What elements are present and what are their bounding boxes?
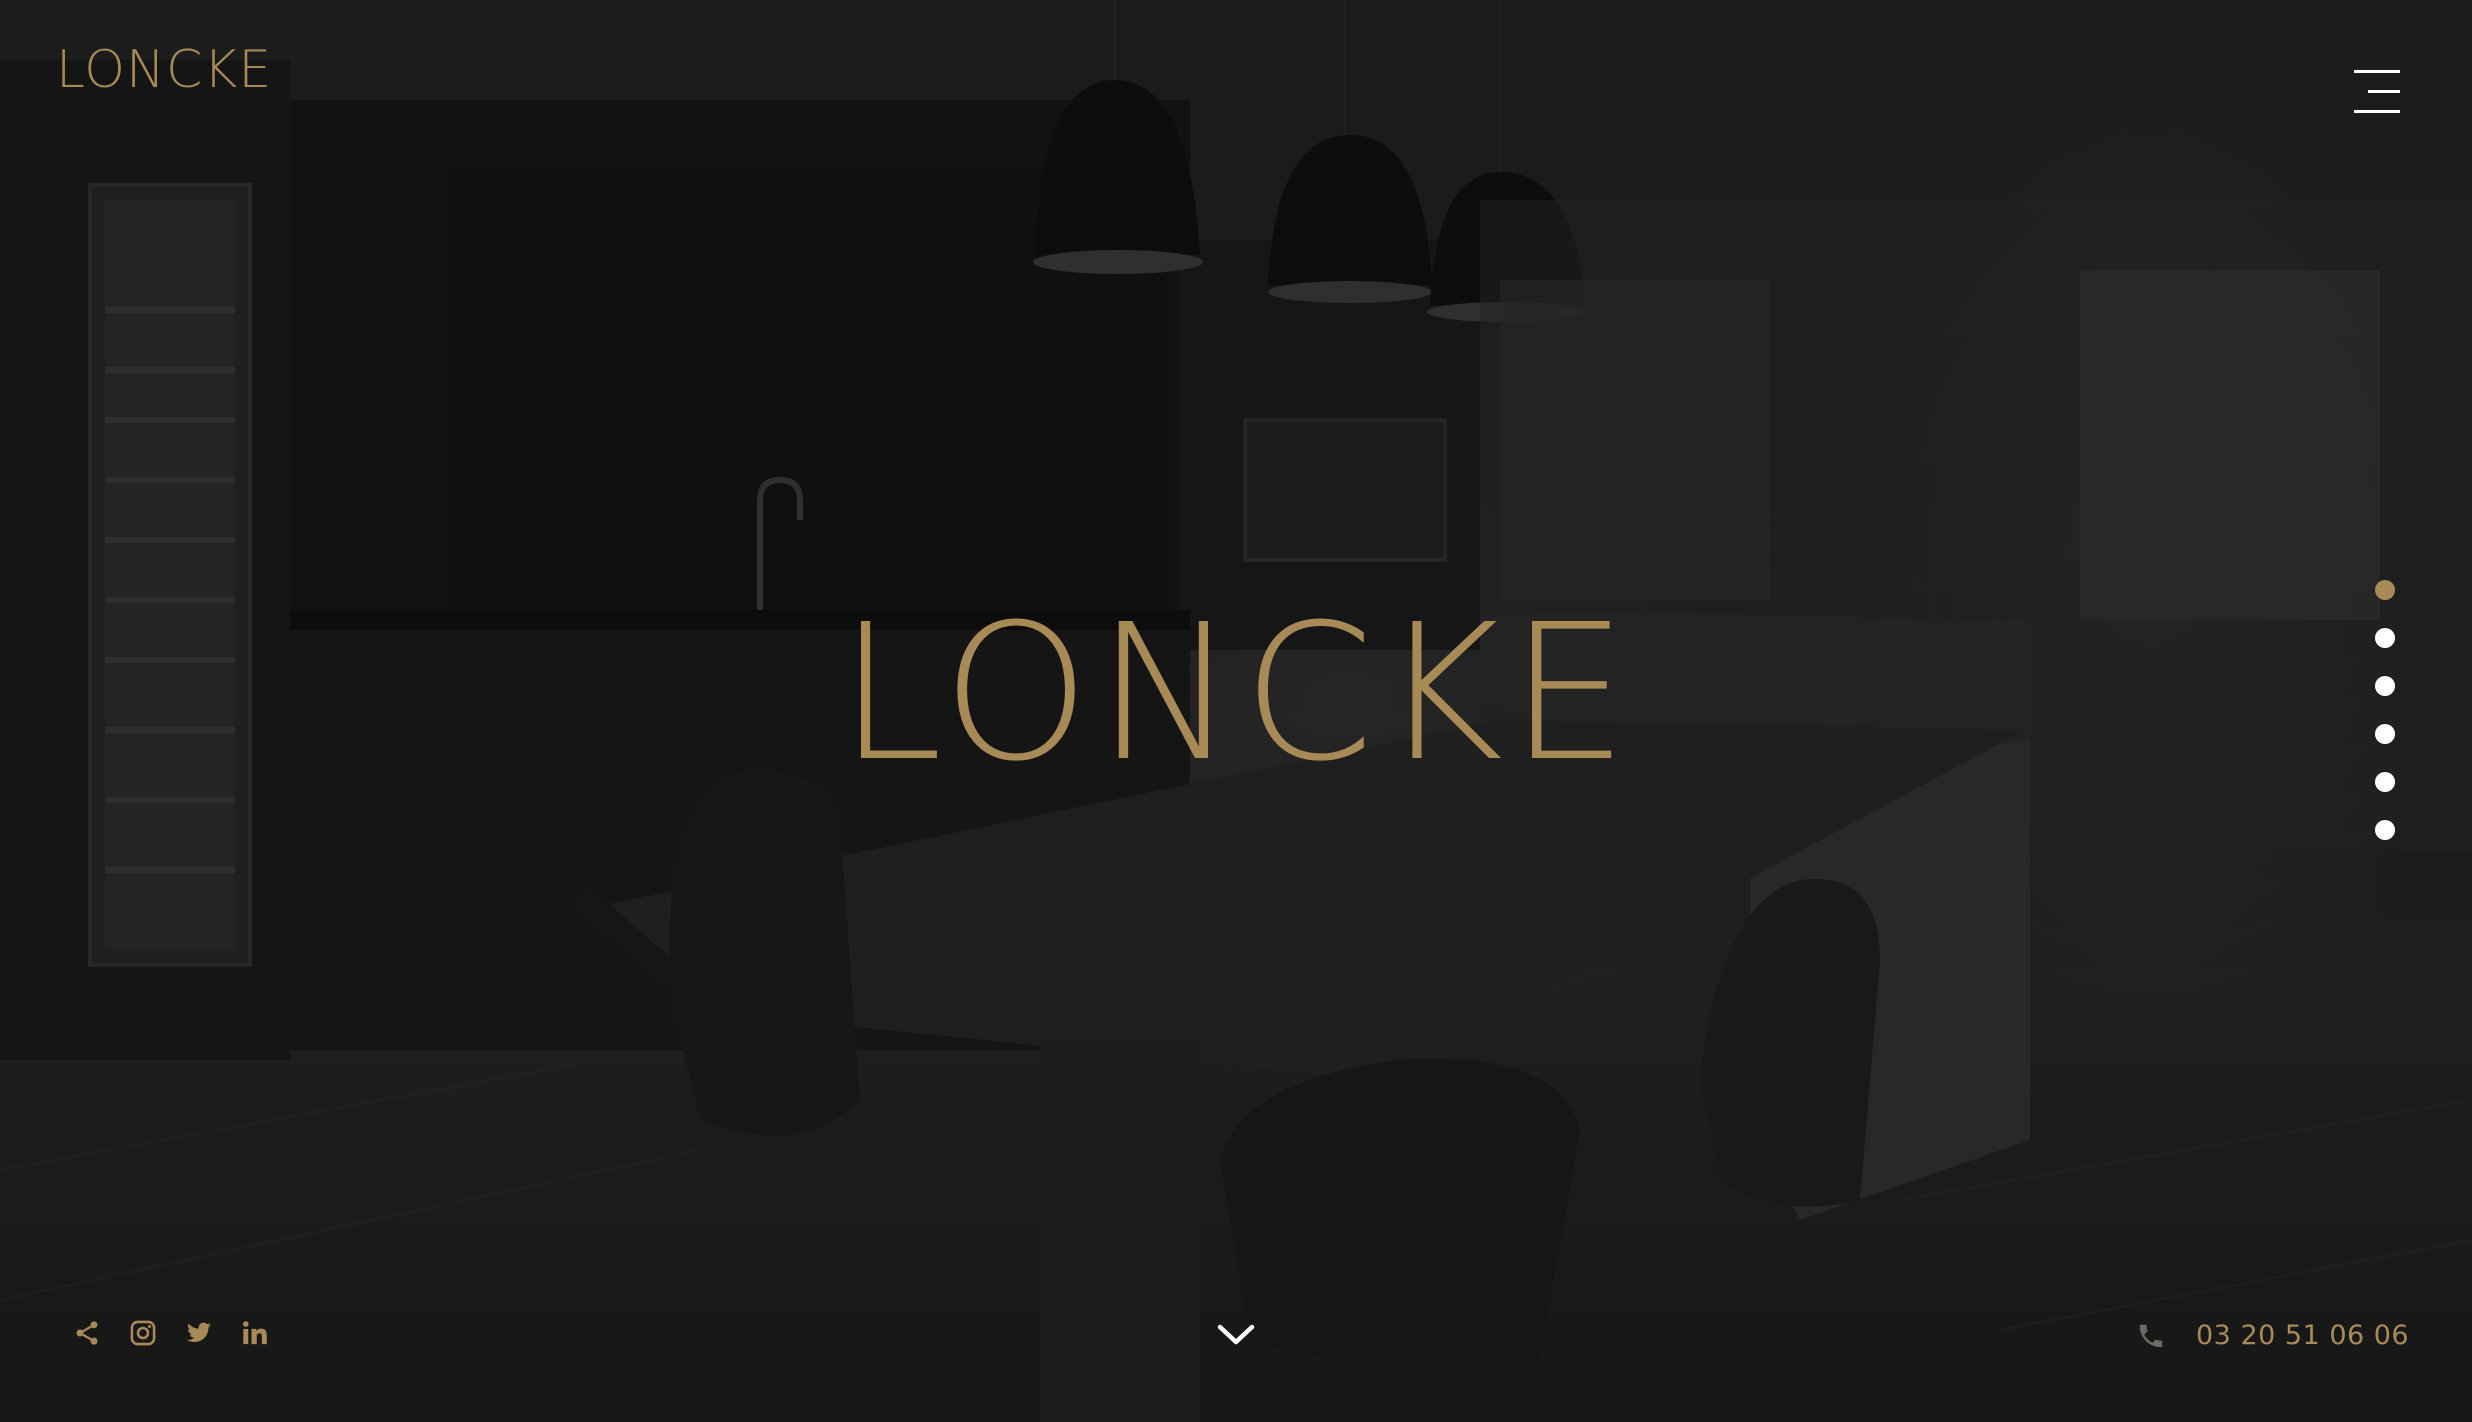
phone-icon [2136, 1321, 2166, 1351]
hamburger-menu-icon[interactable] [2340, 70, 2400, 116]
slide-dot-5[interactable] [2375, 772, 2395, 792]
chevron-down-icon[interactable] [1214, 1318, 1258, 1352]
site-logo[interactable]: LONCKE [56, 44, 272, 96]
hero-section: LONCKE LONCKE 03 20 51 06 06 [0, 0, 2472, 1422]
slide-dot-1[interactable] [2375, 580, 2395, 600]
slide-dot-3[interactable] [2375, 676, 2395, 696]
slide-dot-4[interactable] [2375, 724, 2395, 744]
hero-title: LONCKE [838, 584, 1634, 803]
slide-dot-2[interactable] [2375, 628, 2395, 648]
phone-link[interactable]: 03 20 51 06 06 [2136, 1320, 2409, 1351]
slide-dot-6[interactable] [2375, 820, 2395, 840]
menu-line [2354, 70, 2400, 73]
menu-line [2354, 110, 2400, 113]
instagram-icon[interactable] [126, 1316, 160, 1350]
social-links [70, 1316, 294, 1350]
linkedin-icon[interactable] [238, 1316, 272, 1350]
menu-line [2368, 90, 2400, 93]
phone-number: 03 20 51 06 06 [2196, 1320, 2410, 1351]
twitter-icon[interactable] [182, 1316, 216, 1350]
slide-pagination [2375, 580, 2397, 868]
share-icon[interactable] [70, 1316, 104, 1350]
